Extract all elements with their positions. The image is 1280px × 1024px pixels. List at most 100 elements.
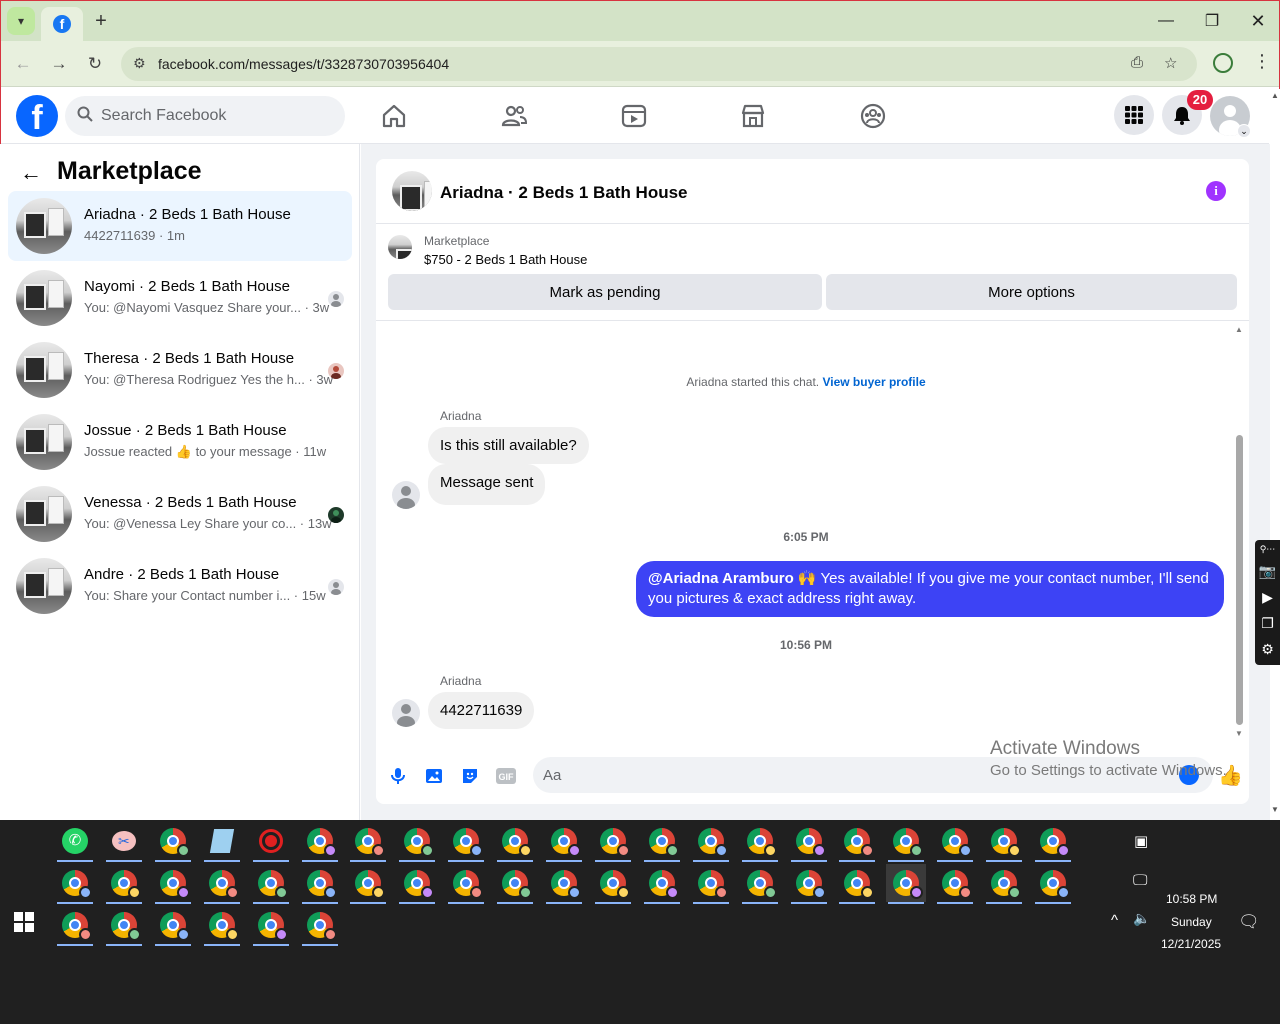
back-button[interactable]: ←: [10, 51, 36, 77]
clock-time[interactable]: 10:58 PM: [1166, 892, 1217, 906]
listing-price-title[interactable]: $750 - 2 Beds 1 Bath House: [424, 252, 587, 267]
chrome-icon[interactable]: [348, 822, 388, 862]
chrome-icon[interactable]: [935, 822, 975, 862]
window-icon[interactable]: ❐: [1255, 610, 1280, 636]
chrome-icon[interactable]: [544, 822, 584, 862]
page-scrollbar[interactable]: ▲ ▼: [1269, 89, 1280, 821]
chevron-down-icon[interactable]: ⌄: [1237, 124, 1251, 138]
forward-button[interactable]: →: [46, 51, 72, 77]
chat-scrollbar[interactable]: ▲ ▼: [1234, 325, 1244, 738]
sender-avatar[interactable]: [392, 481, 420, 509]
outgoing-message[interactable]: @Ariadna Aramburo 🙌 Yes available! If yo…: [636, 561, 1224, 617]
snipping-tool-icon[interactable]: ✂: [104, 822, 144, 862]
volume-icon[interactable]: 🔈: [1133, 910, 1150, 927]
chrome-icon[interactable]: [104, 864, 144, 904]
address-bar[interactable]: ⚙ facebook.com/messages/t/33287307039564…: [121, 47, 1197, 81]
chrome-icon[interactable]: [984, 822, 1024, 862]
site-info-icon[interactable]: ⚙: [133, 55, 146, 72]
record-video-icon[interactable]: ▶: [1255, 584, 1280, 610]
bookmark-star-icon[interactable]: ☆: [1164, 54, 1177, 72]
incoming-message[interactable]: 4422711639: [428, 692, 535, 729]
facebook-logo-icon[interactable]: f: [16, 95, 58, 137]
chrome-icon[interactable]: [202, 906, 242, 946]
scrollbar-thumb[interactable]: [1236, 435, 1243, 725]
video-icon[interactable]: [620, 102, 648, 130]
view-buyer-profile-link[interactable]: View buyer profile: [822, 375, 925, 389]
chrome-icon[interactable]: [789, 864, 829, 904]
windows-start-icon[interactable]: [14, 912, 34, 932]
url-text[interactable]: facebook.com/messages/t/3328730703956404: [158, 56, 449, 72]
chrome-icon[interactable]: [691, 864, 731, 904]
incoming-message[interactable]: Is this still available?: [428, 427, 589, 464]
photo-icon[interactable]: [423, 765, 445, 787]
conversation-item-venessa[interactable]: Venessa · 2 Beds 1 Bath House You: @Vene…: [8, 479, 352, 549]
menu-grid-button[interactable]: [1114, 95, 1154, 135]
chrome-icon[interactable]: [1033, 822, 1073, 862]
chrome-icon[interactable]: [202, 864, 242, 904]
chat-title[interactable]: Ariadna · 2 Beds 1 Bath House: [440, 183, 688, 203]
notifications-center-icon[interactable]: 🗨: [1238, 912, 1260, 932]
chrome-icon[interactable]: [55, 864, 95, 904]
chrome-icon[interactable]: [740, 822, 780, 862]
chrome-icon[interactable]: [495, 822, 535, 862]
chrome-icon[interactable]: [104, 906, 144, 946]
chrome-icon[interactable]: [642, 864, 682, 904]
chrome-icon[interactable]: [642, 822, 682, 862]
home-icon[interactable]: [380, 102, 408, 130]
chrome-icon[interactable]: [593, 822, 633, 862]
network-icon[interactable]: 🖵: [1133, 872, 1147, 889]
chrome-icon[interactable]: [348, 864, 388, 904]
clock-day[interactable]: Sunday: [1171, 915, 1212, 929]
install-app-icon[interactable]: ⎙: [1131, 54, 1143, 71]
sticker-icon[interactable]: [459, 765, 481, 787]
sender-avatar[interactable]: [392, 699, 420, 727]
info-icon[interactable]: i: [1206, 181, 1226, 201]
browser-profile-icon[interactable]: [1213, 53, 1233, 73]
chrome-icon[interactable]: [300, 822, 340, 862]
chrome-icon[interactable]: [300, 864, 340, 904]
chrome-icon[interactable]: [740, 864, 780, 904]
show-hidden-icons[interactable]: ^: [1111, 912, 1118, 929]
phone-link-icon[interactable]: ▣: [1134, 832, 1148, 850]
whatsapp-icon[interactable]: ✆: [55, 822, 95, 862]
microphone-icon[interactable]: [387, 765, 409, 787]
chrome-icon[interactable]: [495, 864, 535, 904]
browser-menu-icon[interactable]: ⋮: [1253, 51, 1271, 72]
conversation-item-theresa[interactable]: Theresa · 2 Beds 1 Bath House You: @Ther…: [8, 335, 352, 405]
clock-date[interactable]: 12/21/2025: [1161, 937, 1221, 951]
minimize-button[interactable]: —: [1143, 9, 1189, 33]
chrome-icon[interactable]: [397, 822, 437, 862]
mention[interactable]: @Ariadna Aramburo: [648, 570, 794, 587]
chrome-icon[interactable]: [886, 864, 927, 904]
chrome-icon[interactable]: [1033, 864, 1073, 904]
reload-button[interactable]: ↻: [82, 51, 108, 77]
chrome-icon[interactable]: [153, 906, 193, 946]
chrome-icon[interactable]: [397, 864, 437, 904]
incoming-message[interactable]: Message sent: [428, 464, 546, 505]
chrome-icon[interactable]: [691, 822, 731, 862]
more-options-button[interactable]: More options: [826, 274, 1237, 310]
record-icon[interactable]: [251, 822, 291, 862]
chrome-icon[interactable]: [251, 864, 291, 904]
chrome-icon[interactable]: [446, 864, 486, 904]
mark-as-pending-button[interactable]: Mark as pending: [388, 274, 822, 310]
chrome-icon[interactable]: [837, 864, 877, 904]
groups-icon[interactable]: [859, 102, 887, 130]
chrome-icon[interactable]: [886, 822, 926, 862]
chrome-icon[interactable]: [593, 864, 633, 904]
tab-facebook[interactable]: f: [41, 7, 83, 41]
back-arrow-icon[interactable]: ←: [20, 160, 42, 186]
notepad-icon[interactable]: [202, 822, 242, 862]
chrome-icon[interactable]: [55, 906, 95, 946]
chrome-icon[interactable]: [153, 864, 193, 904]
more-icon[interactable]: ⚲⋯: [1255, 540, 1280, 558]
gif-icon[interactable]: GIF: [495, 765, 517, 787]
conversation-item-nayomi[interactable]: Nayomi · 2 Beds 1 Bath House You: @Nayom…: [8, 263, 352, 333]
conversation-item-ariadna[interactable]: Ariadna · 2 Beds 1 Bath House 4422711639…: [8, 191, 352, 261]
chrome-icon[interactable]: [446, 822, 486, 862]
chrome-icon[interactable]: [251, 906, 291, 946]
chrome-icon[interactable]: [935, 864, 975, 904]
conversation-item-andre[interactable]: Andre · 2 Beds 1 Bath House You: Share y…: [8, 551, 352, 621]
chrome-icon[interactable]: [153, 822, 193, 862]
marketplace-icon[interactable]: [739, 102, 767, 130]
